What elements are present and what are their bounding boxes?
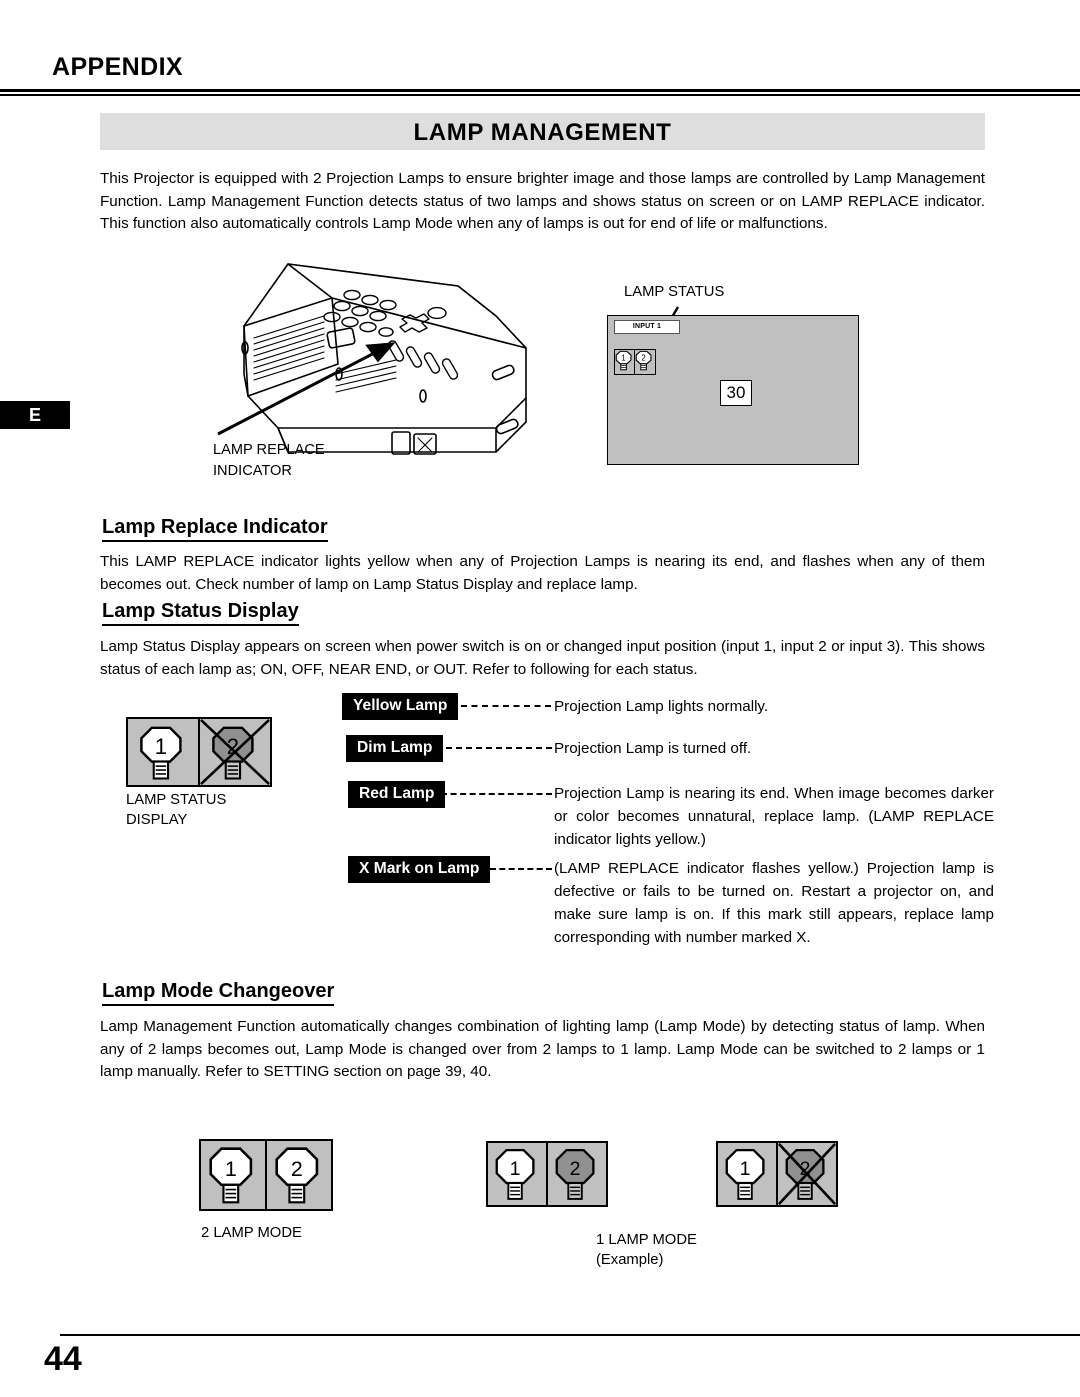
section-paragraph-lamp-mode-changeover: Lamp Management Function automatically c… [100, 1018, 985, 1080]
section-heading-lamp-mode-changeover: Lamp Mode Changeover [102, 980, 335, 1006]
osd-screen: INPUT 1 1 2 30 [607, 315, 859, 465]
status-lamp-1-number: 1 [155, 734, 167, 759]
page-title-band: LAMP MANAGEMENT [100, 113, 985, 150]
modex-lamp-2-number: 2 [799, 1158, 810, 1180]
lamp-replace-indicator-callout: LAMP REPLACE INDICATOR [213, 442, 325, 479]
status-lamp-2-number: 2 [226, 734, 238, 759]
mode2-lamp-2-number: 2 [290, 1157, 302, 1181]
lamp-mode-figure-one-lamp-dim: 1 2 [486, 1128, 608, 1207]
lamp-mode-caption-one-lamp: 1 LAMP MODE (Example) [596, 1232, 697, 1268]
lamp-status-display-figure: 1 2 [126, 704, 272, 787]
status-lamp-cell-1: 1 [126, 717, 200, 787]
modex-lamp-cell-2-x: 2 [775, 1141, 838, 1207]
section-heading-lamp-replace-indicator: Lamp Replace Indicator [102, 516, 328, 542]
lamp-mode-figure-two-lamp: 1 2 [199, 1126, 333, 1211]
legend-chip-red-lamp: Red Lamp [348, 781, 446, 808]
lamp-status-display-caption: LAMP STATUS DISPLAY [126, 792, 227, 828]
header-divider [0, 89, 1080, 96]
page-title: LAMP MANAGEMENT [413, 119, 672, 146]
legend-chip-x-mark-on-lamp: X Mark on Lamp [348, 856, 491, 883]
legend-dots-yellow-lamp [461, 705, 551, 707]
mode1-lamp-cell-1: 1 [486, 1141, 548, 1207]
appendix-title: APPENDIX [52, 53, 184, 81]
section-paragraph-lamp-status-display: Lamp Status Display appears on screen wh… [100, 638, 985, 678]
osd-lamp-cell-2: 2 [633, 349, 656, 375]
status-lamp-cell-2: 2 [197, 717, 272, 787]
mode1-lamp-2-number: 2 [569, 1158, 580, 1180]
mode2-lamp-1-number: 1 [225, 1157, 237, 1181]
lamp-mode-caption-two-lamp: 2 LAMP MODE [201, 1225, 302, 1241]
legend-chip-dim-lamp: Dim Lamp [346, 735, 444, 762]
legend-text-yellow-lamp: Projection Lamp lights normally. [554, 698, 769, 715]
modex-lamp-1-number: 1 [740, 1158, 751, 1180]
osd-lamp-1-number: 1 [621, 354, 625, 363]
legend-dots-red-lamp [441, 793, 552, 795]
osd-lamp-2-number: 2 [641, 354, 645, 363]
legend-dots-dim-lamp [436, 747, 552, 749]
legend-text-red-lamp: Projection Lamp is nearing its end. When… [554, 785, 994, 848]
mode1-lamp-1-number: 1 [510, 1158, 521, 1180]
language-tab-label: E [28, 405, 41, 425]
language-tab-e: E [0, 401, 70, 429]
intro-paragraph: This Projector is equipped with 2 Projec… [100, 170, 985, 232]
osd-lamp-status-pair: 1 2 [614, 336, 656, 375]
footer-divider [60, 1334, 1080, 1336]
legend-dots-x-mark-on-lamp [490, 868, 552, 870]
osd-countdown-box: 30 [720, 380, 752, 406]
section-heading-lamp-status-display: Lamp Status Display [102, 600, 299, 626]
osd-countdown-value: 30 [726, 383, 746, 402]
legend-text-x-mark-on-lamp: (LAMP REPLACE indicator flashes yellow.)… [554, 860, 994, 946]
mode2-lamp-cell-2: 2 [264, 1139, 333, 1211]
modex-lamp-cell-1: 1 [716, 1141, 778, 1207]
lamp-status-callout-label: LAMP STATUS [624, 284, 725, 300]
osd-input-indicator: INPUT 1 [614, 320, 680, 334]
osd-input-label: INPUT 1 [632, 323, 662, 330]
section-paragraph-lamp-replace-indicator: This LAMP REPLACE indicator lights yello… [100, 553, 985, 593]
legend-chip-yellow-lamp: Yellow Lamp [342, 693, 459, 720]
lamp-mode-figure-one-lamp-x: 1 2 [716, 1128, 838, 1207]
page-number: 44 [44, 1340, 82, 1378]
legend-text-dim-lamp: Projection Lamp is turned off. [554, 740, 752, 757]
mode1-lamp-cell-2-dim: 2 [545, 1141, 608, 1207]
mode2-lamp-cell-1: 1 [199, 1139, 267, 1211]
